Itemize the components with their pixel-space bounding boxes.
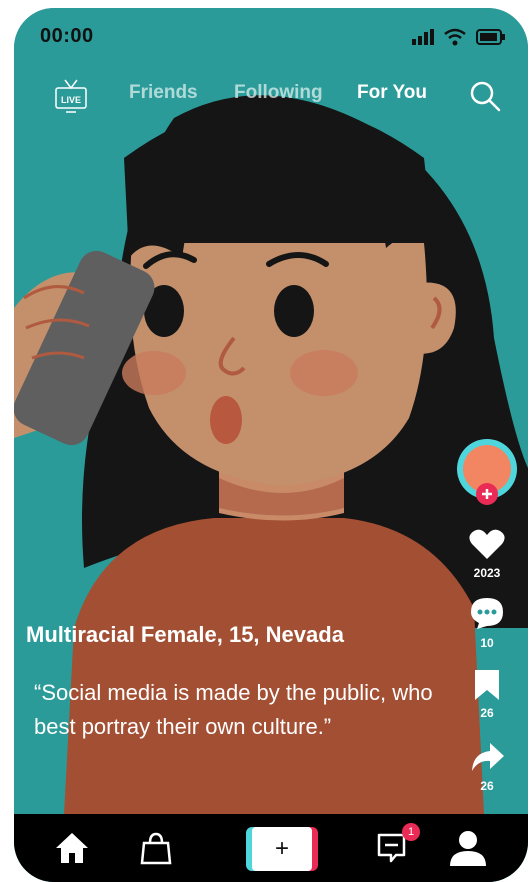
bottom-navigation: + 1 bbox=[14, 814, 528, 882]
status-icons bbox=[412, 28, 506, 46]
status-time: 00:00 bbox=[40, 25, 94, 47]
comment-button[interactable]: 10 bbox=[454, 596, 520, 650]
bookmark-icon bbox=[475, 670, 499, 700]
search-icon[interactable] bbox=[469, 80, 501, 112]
heart-icon bbox=[469, 529, 505, 559]
like-count: 2023 bbox=[473, 566, 501, 580]
plus-icon: + bbox=[252, 827, 312, 871]
caption-author: Multiracial Female, 15, Nevada bbox=[26, 622, 344, 647]
mouth bbox=[210, 396, 242, 444]
share-arrow-icon bbox=[472, 743, 504, 771]
top-navigation: LIVE Friends Following For You bbox=[14, 74, 528, 118]
share-count: 26 bbox=[480, 779, 494, 793]
shop-button[interactable] bbox=[134, 826, 178, 870]
left-cheek bbox=[122, 351, 186, 395]
save-button[interactable]: 26 bbox=[454, 670, 520, 720]
phone-screen: 00:00 LIVE Friends Following For You 202… bbox=[14, 8, 528, 882]
signal-icon bbox=[412, 29, 434, 45]
inbox-button[interactable]: 1 bbox=[372, 822, 420, 870]
like-button[interactable]: 2023 bbox=[454, 528, 520, 580]
live-button[interactable]: LIVE bbox=[52, 78, 90, 114]
creator-avatar[interactable] bbox=[456, 438, 518, 505]
shirt bbox=[64, 518, 484, 814]
comment-count: 10 bbox=[480, 636, 494, 650]
profile-icon bbox=[450, 831, 486, 866]
avatar-graphic bbox=[457, 439, 517, 505]
inbox-badge: 1 bbox=[402, 822, 420, 841]
right-eye bbox=[274, 285, 314, 337]
inbox-icon-wrap: 1 bbox=[376, 822, 420, 868]
video-illustration bbox=[14, 8, 528, 882]
create-button[interactable]: + bbox=[246, 827, 318, 871]
caption-quote: “Social media is made by the public, who… bbox=[34, 680, 433, 739]
home-icon bbox=[56, 833, 88, 863]
wifi-icon bbox=[444, 28, 466, 46]
profile-button[interactable] bbox=[446, 826, 490, 870]
right-cheek bbox=[290, 350, 358, 396]
live-tv-icon: LIVE bbox=[55, 79, 87, 113]
shopping-bag-icon bbox=[140, 832, 172, 865]
tab-friends[interactable]: Friends bbox=[129, 82, 198, 104]
home-button[interactable] bbox=[50, 826, 94, 870]
share-button[interactable]: 26 bbox=[454, 743, 520, 793]
save-count: 26 bbox=[480, 706, 494, 720]
comment-icon bbox=[471, 598, 503, 629]
status-bar: 00:00 bbox=[14, 8, 528, 64]
tab-for-you[interactable]: For You bbox=[357, 82, 427, 104]
battery-icon bbox=[476, 29, 505, 45]
live-label: LIVE bbox=[61, 95, 81, 105]
tab-following[interactable]: Following bbox=[234, 82, 323, 104]
